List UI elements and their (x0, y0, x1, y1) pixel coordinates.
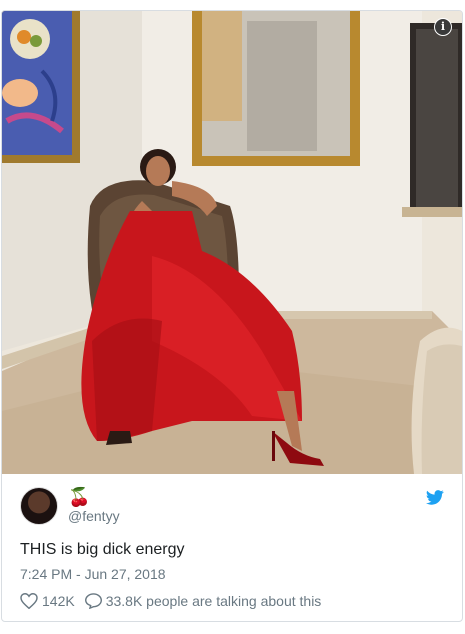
tweet-timestamp[interactable]: 7:24 PM - Jun 27, 2018 (20, 566, 166, 582)
author-handle[interactable]: @fentyy (68, 508, 120, 524)
tweet-author[interactable]: 🍒 @fentyy (20, 487, 444, 527)
speech-bubble-icon[interactable] (84, 593, 102, 609)
tweet-photo-image (2, 11, 462, 474)
tweet-actions: 142K 33.8K people are talking about this (20, 593, 321, 609)
tweet-photo[interactable]: i (2, 11, 462, 474)
tweet-text: THIS is big dick energy (20, 541, 185, 558)
twitter-bird-icon[interactable] (426, 490, 444, 505)
author-display-name[interactable]: 🍒 (68, 487, 90, 508)
embedded-tweet-card[interactable]: i 🍒 @fentyy THIS is big dick energy 7:24… (1, 10, 463, 622)
info-icon[interactable]: i (434, 18, 452, 36)
like-count[interactable]: 142K (42, 593, 75, 609)
avatar[interactable] (20, 487, 58, 525)
talking-about-text[interactable]: 33.8K people are talking about this (106, 593, 322, 609)
heart-icon[interactable] (20, 593, 38, 609)
